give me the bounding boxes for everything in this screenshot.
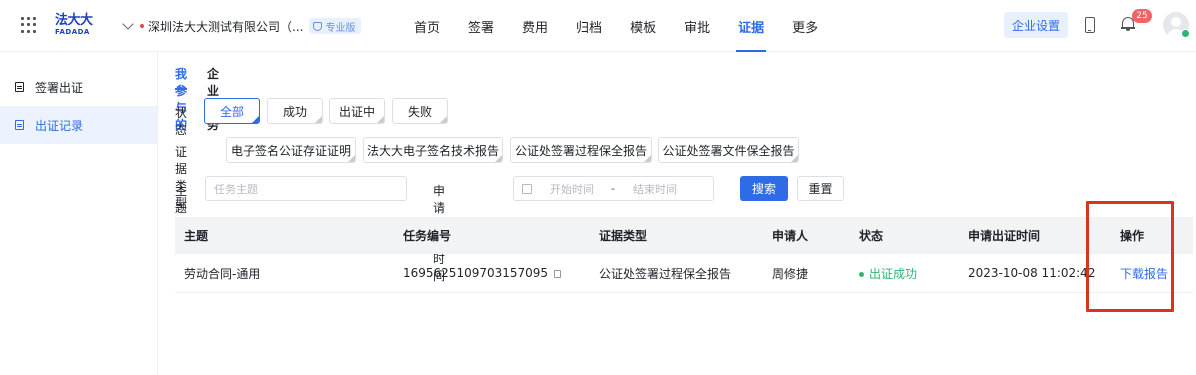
plan-badge: 专业版 xyxy=(309,18,362,34)
sidebar-item-sign-evidence[interactable]: 签署出证 xyxy=(0,68,157,106)
main-nav: 首页 签署 费用 归档 模板 审批 证据 更多 xyxy=(400,0,832,52)
sidebar: 签署出证 出证记录 xyxy=(0,53,158,375)
document-icon xyxy=(15,82,24,92)
logo-en: FADADA xyxy=(55,28,90,36)
nav-approval[interactable]: 审批 xyxy=(670,0,724,52)
nav-evidence[interactable]: 证据 xyxy=(724,0,778,52)
nav-more[interactable]: 更多 xyxy=(778,0,832,52)
subject-filter-label: 主题 xyxy=(175,184,188,215)
status-chip-success[interactable]: 成功 xyxy=(267,98,323,124)
col-task-no: 任务编号 xyxy=(403,229,452,243)
nav-archive[interactable]: 归档 xyxy=(562,0,616,52)
col-time: 申请出证时间 xyxy=(968,229,1041,243)
subject-input[interactable]: 任务主题 xyxy=(205,176,407,201)
status-chip-failed[interactable]: 失败 xyxy=(392,98,448,124)
enterprise-settings-button[interactable]: 企业设置 xyxy=(1004,12,1068,38)
range-separator: - xyxy=(611,182,615,195)
row-applicant: 周修捷 xyxy=(772,266,809,281)
copy-icon[interactable] xyxy=(554,270,562,278)
notification-badge: 25 xyxy=(1132,9,1152,23)
nav-home[interactable]: 首页 xyxy=(400,0,454,52)
chevron-down-icon xyxy=(122,18,134,30)
sidebar-item-label: 出证记录 xyxy=(35,118,84,133)
company-name: 深圳法大大测试有限公司（... xyxy=(148,19,304,34)
nav-sign[interactable]: 签署 xyxy=(454,0,508,52)
top-bar: 法大大 FADADA 深圳法大大测试有限公司（... 专业版 首页 签署 费用 … xyxy=(0,0,1196,52)
row-type: 公证处签署过程保全报告 xyxy=(599,266,732,281)
table-header: 主题 任务编号 证据类型 申请人 状态 申请出证时间 操作 xyxy=(175,217,1193,254)
list-icon xyxy=(15,120,24,130)
logo[interactable]: 法大大 FADADA xyxy=(55,14,95,37)
row-status: 出证成功 xyxy=(859,265,917,282)
type-chip-tech-report[interactable]: 法大大电子签名技术报告 xyxy=(363,137,503,163)
plan-badge-label: 专业版 xyxy=(325,22,356,34)
logo-cn: 法大大 xyxy=(55,13,93,28)
type-chip-process-report[interactable]: 公证处签署过程保全报告 xyxy=(510,137,652,163)
annotation-highlight-box xyxy=(1086,201,1174,312)
tab-enterprise-tasks[interactable]: 企业任务 xyxy=(207,65,219,132)
status-chip-all[interactable]: 全部 xyxy=(204,98,260,124)
col-type: 证据类型 xyxy=(599,229,648,243)
mobile-icon[interactable] xyxy=(1085,17,1095,33)
row-task-no-wrap: 1695625109703157095 xyxy=(403,266,562,280)
reset-button[interactable]: 重置 xyxy=(797,176,844,201)
status-dot xyxy=(140,24,144,28)
status-filter-label: 状态 xyxy=(175,106,188,137)
row-subject: 劳动合同-通用 xyxy=(184,266,261,281)
subject-input-placeholder: 任务主题 xyxy=(214,182,258,196)
calendar-icon xyxy=(522,183,532,194)
status-chip-in-progress[interactable]: 出证中 xyxy=(329,98,385,124)
type-chip-notary-certificate[interactable]: 电子签名公证存证证明 xyxy=(226,137,356,163)
row-time: 2023-10-08 11:02:42 xyxy=(968,266,1096,280)
online-status-dot xyxy=(1181,29,1190,38)
col-status: 状态 xyxy=(859,229,884,243)
app-grid-icon[interactable] xyxy=(21,17,37,33)
sidebar-item-evidence-records[interactable]: 出证记录 xyxy=(0,106,157,144)
end-date-placeholder: 结束时间 xyxy=(632,182,677,196)
company-switcher[interactable]: 深圳法大大测试有限公司（... 专业版 xyxy=(122,17,362,35)
shield-icon xyxy=(313,21,323,31)
subtabs: 我参与的 企业任务 xyxy=(175,65,219,132)
search-button[interactable]: 搜索 xyxy=(740,176,788,201)
start-date-placeholder: 开始时间 xyxy=(550,182,594,196)
col-subject: 主题 xyxy=(184,229,209,243)
row-task-no: 1695625109703157095 xyxy=(403,266,549,280)
sidebar-item-label: 签署出证 xyxy=(35,80,84,95)
nav-templates[interactable]: 模板 xyxy=(616,0,670,52)
table-row: 劳动合同-通用 1695625109703157095 公证处签署过程保全报告 … xyxy=(175,254,1193,293)
evidence-table: 主题 任务编号 证据类型 申请人 状态 申请出证时间 操作 劳动合同-通用 16… xyxy=(175,217,1193,293)
tab-mine[interactable]: 我参与的 xyxy=(175,65,188,132)
nav-fees[interactable]: 费用 xyxy=(508,0,562,52)
date-range-picker[interactable]: 开始时间 - 结束时间 xyxy=(513,176,714,201)
col-applicant: 申请人 xyxy=(772,229,809,243)
type-chip-file-report[interactable]: 公证处签署文件保全报告 xyxy=(658,137,799,163)
